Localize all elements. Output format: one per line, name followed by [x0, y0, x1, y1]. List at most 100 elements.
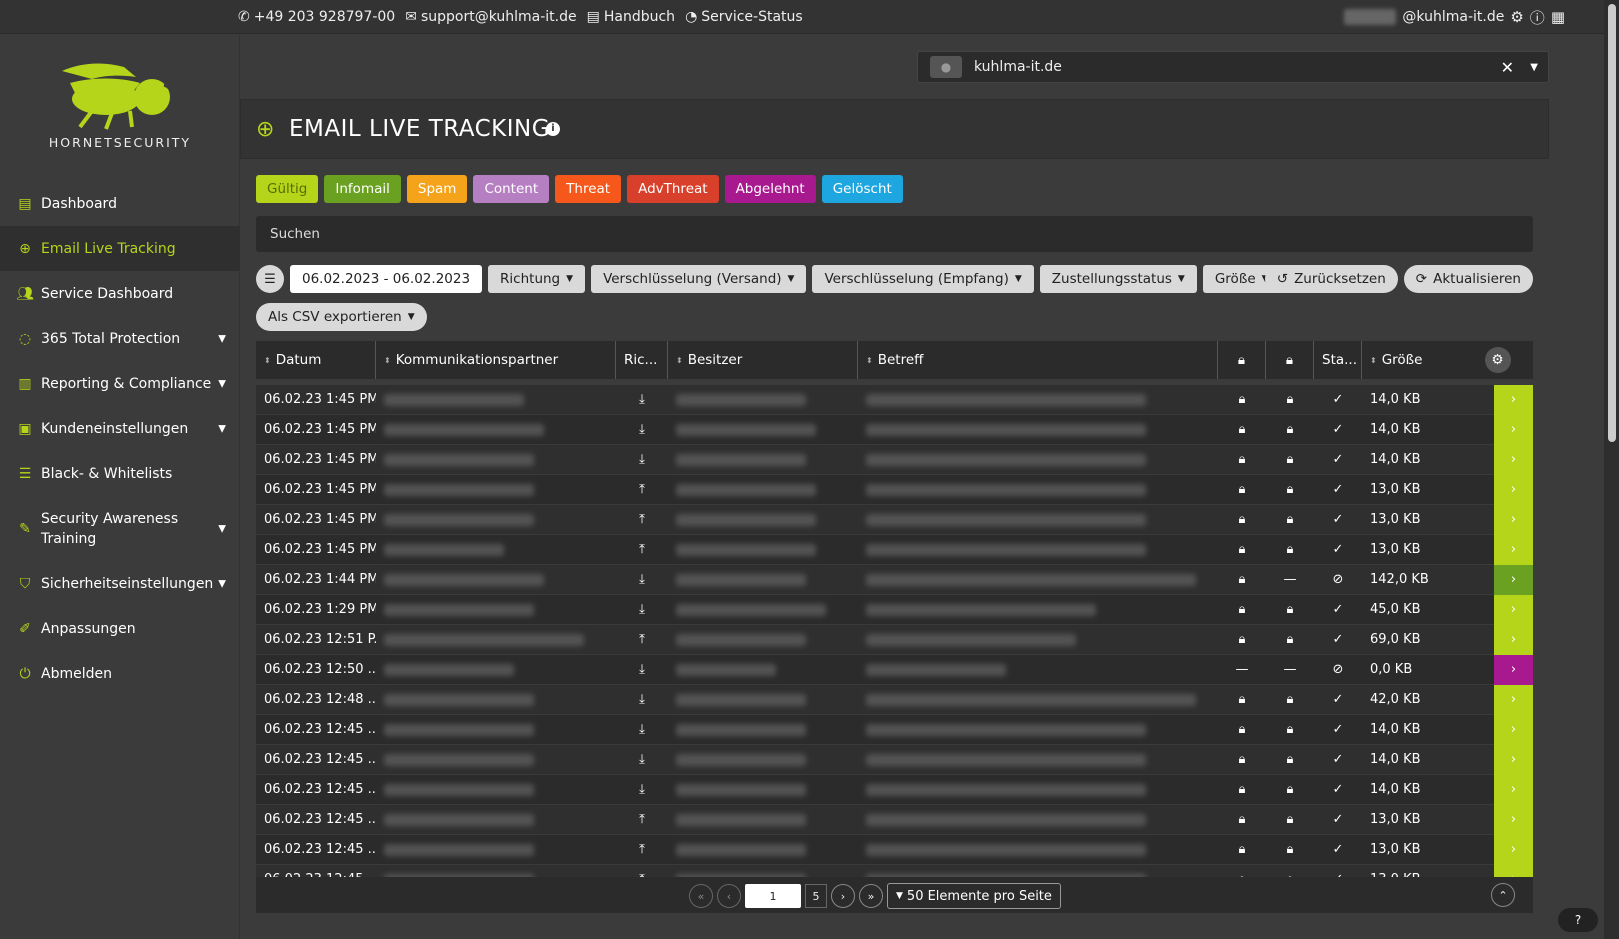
filter-content-button[interactable]: Content [473, 175, 550, 203]
direction-dropdown[interactable]: Richtung ▼ [488, 265, 586, 293]
table-row[interactable]: 06.02.23 1:45 PM ⤓ 🔒︎ 🔒︎ ✓ 14,0 KB › [256, 414, 1533, 445]
filter-infomail-button[interactable]: Infomail [324, 175, 401, 203]
manual-link[interactable]: ▤ Handbuch [587, 9, 675, 25]
table-row[interactable]: 06.02.23 12:45 ... ⤓ 🔒︎ 🔒︎ ✓ 14,0 KB › [256, 744, 1533, 775]
row-detail-chevron-icon[interactable]: › [1494, 804, 1533, 835]
filter-abgelehnt-button[interactable]: Abgelehnt [724, 175, 816, 203]
filter-spam-button[interactable]: Spam [406, 175, 468, 203]
caret-down-icon[interactable]: ▼ [218, 378, 226, 389]
caret-down-icon[interactable]: ▼ [218, 333, 226, 344]
sidebar-item-anpassungen[interactable]: ✐ Anpassungen [0, 606, 240, 651]
row-detail-chevron-icon[interactable]: › [1494, 564, 1533, 595]
encryption-send-dropdown[interactable]: Verschlüsselung (Versand) ▼ [591, 265, 807, 293]
sidebar-item-service-dashboard[interactable]: 👥︎ Service Dashboard [0, 271, 240, 316]
col-subject[interactable]: ⬍ Betreff [858, 341, 1218, 379]
table-row[interactable]: 06.02.23 12:50 ... ⤓ — — ⊘ 0,0 KB › [256, 654, 1533, 685]
row-detail-chevron-icon[interactable]: › [1494, 474, 1533, 505]
phone-link[interactable]: ✆ +49 203 928797-00 [238, 9, 395, 25]
caret-down-icon[interactable]: ▼ [218, 578, 226, 589]
next-page-icon[interactable]: › [831, 884, 855, 908]
row-detail-chevron-icon[interactable]: › [1494, 504, 1533, 535]
email-link[interactable]: ✉ support@kuhlma-it.de [405, 9, 576, 25]
table-row[interactable]: 06.02.23 1:44 PM ⤓ 🔒︎ — ⊘ 142,0 KB › [256, 564, 1533, 595]
row-detail-chevron-icon[interactable]: › [1494, 534, 1533, 565]
row-detail-chevron-icon[interactable]: › [1494, 594, 1533, 625]
scrollbar-thumb[interactable] [1608, 4, 1616, 442]
table-row[interactable]: 06.02.23 12:48 ... ⤓ 🔒︎ 🔒︎ ✓ 42,0 KB › [256, 684, 1533, 715]
page-number-input[interactable]: 1 [745, 884, 801, 908]
service-status-link[interactable]: ◔ Service-Status [685, 9, 803, 25]
row-detail-chevron-icon[interactable]: › [1494, 684, 1533, 715]
column-settings[interactable]: ⚙ [1462, 341, 1533, 379]
apps-grid-icon[interactable]: ▦ [1551, 8, 1565, 26]
row-detail-chevron-icon[interactable]: › [1494, 654, 1533, 685]
caret-down-icon[interactable]: ▼ [218, 523, 226, 534]
caret-down-icon[interactable]: ▼ [218, 423, 226, 434]
row-detail-chevron-icon[interactable]: › [1494, 444, 1533, 475]
table-row[interactable]: 06.02.23 12:45 ... ⤓ 🔒︎ 🔒︎ ✓ 14,0 KB › [256, 774, 1533, 805]
domain-select[interactable]: ● kuhlma-it.de ✕ ▼ [917, 51, 1549, 83]
row-detail-chevron-icon[interactable]: › [1494, 834, 1533, 865]
table-row[interactable]: 06.02.23 12:51 P... ⤒ 🔒︎ 🔒︎ ✓ 69,0 KB › [256, 624, 1533, 655]
sidebar-item-security-awareness-training[interactable]: ✎ Security Awareness Training ▼ [0, 496, 240, 561]
last-page-icon[interactable]: » [859, 884, 883, 908]
scroll-top-icon[interactable]: ⌃ [1491, 883, 1515, 907]
table-row[interactable]: 06.02.23 1:29 PM ⤓ 🔒︎ 🔒︎ ✓ 45,0 KB › [256, 594, 1533, 625]
delivery-status-dropdown[interactable]: Zustellungsstatus ▼ [1039, 265, 1197, 293]
filter-gültig-button[interactable]: Gültig [256, 175, 319, 203]
row-detail-chevron-icon[interactable]: › [1494, 624, 1533, 655]
col-size[interactable]: ⬍ Größe [1362, 341, 1462, 379]
filter-gelöscht-button[interactable]: Gelöscht [821, 175, 903, 203]
user-domain[interactable]: @kuhlma-it.de [1402, 9, 1504, 25]
table-row[interactable]: 06.02.23 12:45 ... ⤓ 🔒︎ 🔒︎ ✓ 14,0 KB › [256, 714, 1533, 745]
table-row[interactable]: 06.02.23 1:45 PM ⤒ 🔒︎ 🔒︎ ✓ 13,0 KB › [256, 534, 1533, 565]
list-toggle-icon[interactable]: ☰ [256, 265, 284, 293]
info-icon[interactable]: i [546, 122, 560, 136]
col-encryption-send[interactable]: 🔒︎ [1218, 341, 1266, 379]
first-page-icon[interactable]: « [689, 884, 713, 908]
csv-export-button[interactable]: Als CSV exportieren ▼ [256, 303, 427, 331]
col-datum[interactable]: ⬍ Datum [256, 341, 376, 379]
row-detail-chevron-icon[interactable]: › [1494, 384, 1533, 415]
sidebar-item-email-live-tracking[interactable]: ⊕ Email Live Tracking [0, 226, 240, 271]
sidebar-item-kundeneinstellungen[interactable]: ▣ Kundeneinstellungen ▼ [0, 406, 240, 451]
encryption-receive-dropdown[interactable]: Verschlüsselung (Empfang) ▼ [812, 265, 1034, 293]
hornetsecurity-logo[interactable]: HORNETSECURITY [40, 53, 200, 153]
row-detail-chevron-icon[interactable]: › [1494, 774, 1533, 805]
col-owner[interactable]: ⬍ Besitzer [668, 341, 858, 379]
table-row[interactable]: 06.02.23 1:45 PM ⤒ 🔒︎ 🔒︎ ✓ 13,0 KB › [256, 474, 1533, 505]
row-detail-chevron-icon[interactable]: › [1494, 414, 1533, 445]
sidebar-item-sicherheitseinstellungen[interactable]: ⛉ Sicherheitseinstellungen ▼ [0, 561, 240, 606]
table-row[interactable]: 06.02.23 1:45 PM ⤓ 🔒︎ 🔒︎ ✓ 14,0 KB › [256, 444, 1533, 475]
col-partner[interactable]: ⬍ Kommunikationspartner [376, 341, 616, 379]
row-detail-chevron-icon[interactable]: › [1494, 744, 1533, 775]
settings-cogs-icon[interactable]: ⚙ [1510, 8, 1523, 26]
sidebar-item-365-total-protection[interactable]: ◌ 365 Total Protection ▼ [0, 316, 240, 361]
sidebar-item-reporting-compliance[interactable]: ▥ Reporting & Compliance ▼ [0, 361, 240, 406]
refresh-button[interactable]: ⟳ Aktualisieren [1403, 265, 1533, 293]
gear-icon[interactable]: ⚙ [1484, 347, 1511, 373]
reset-button[interactable]: ↺ Zurücksetzen [1264, 265, 1398, 293]
col-status[interactable]: Sta... [1314, 341, 1362, 379]
sidebar-item-dashboard[interactable]: ▤ Dashboard [0, 181, 240, 226]
sidebar-item-black-whitelists[interactable]: ☰ Black- & Whitelists [0, 451, 240, 496]
help-icon[interactable]: ? [1558, 908, 1598, 932]
col-encryption-receive[interactable]: 🔒︎ [1266, 341, 1314, 379]
prev-page-icon[interactable]: ‹ [717, 884, 741, 908]
page-size-dropdown[interactable]: ▼ 50 Elemente pro Seite [887, 883, 1061, 909]
table-row[interactable]: 06.02.23 12:45 ... ⤒ 🔒︎ 🔒︎ ✓ 13,0 KB › [256, 834, 1533, 865]
table-row[interactable]: 06.02.23 12:45 ... ⤒ 🔒︎ 🔒︎ ✓ 13,0 KB › [256, 804, 1533, 835]
table-row[interactable]: 06.02.23 1:45 PM ⤓ 🔒︎ 🔒︎ ✓ 14,0 KB › [256, 384, 1533, 415]
sidebar-item-abmelden[interactable]: ⏻ Abmelden [0, 651, 240, 696]
col-direction[interactable]: Ric... [616, 341, 668, 379]
row-detail-chevron-icon[interactable]: › [1494, 714, 1533, 745]
chevron-down-icon[interactable]: ▼ [1530, 62, 1538, 73]
date-range-picker[interactable]: 06.02.2023 - 06.02.2023 [290, 265, 483, 293]
page-scrollbar[interactable] [1604, 0, 1619, 939]
filter-threat-button[interactable]: Threat [555, 175, 622, 203]
info-icon[interactable]: ⓘ [1530, 7, 1545, 28]
table-row[interactable]: 06.02.23 1:45 PM ⤒ 🔒︎ 🔒︎ ✓ 13,0 KB › [256, 504, 1533, 535]
clear-icon[interactable]: ✕ [1501, 58, 1514, 77]
filter-advthreat-button[interactable]: AdvThreat [627, 175, 719, 203]
search-input[interactable]: Suchen [256, 216, 1533, 252]
